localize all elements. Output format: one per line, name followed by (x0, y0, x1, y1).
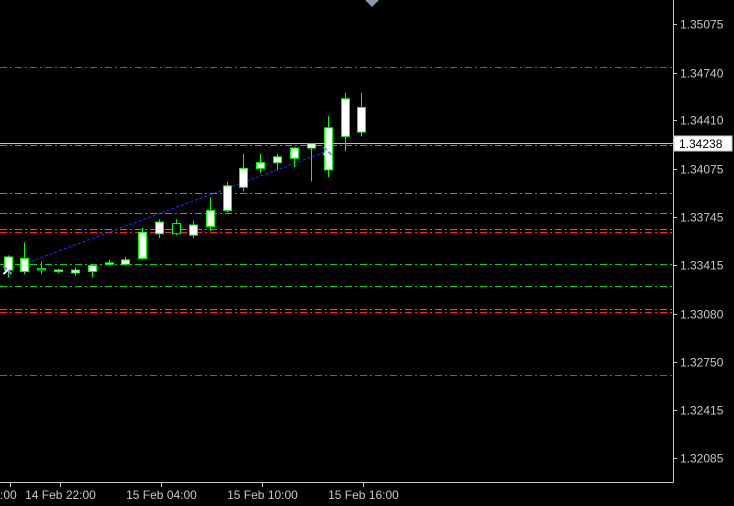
y-tick-label: 1.34740 (680, 67, 724, 81)
x-tick-label: 15 Feb 16:00 (328, 488, 399, 502)
candle (223, 181, 232, 212)
current-price-tag-label: 1.34238 (679, 137, 723, 151)
candle-body (206, 210, 215, 227)
candle-body (37, 268, 46, 271)
candle-body (273, 156, 282, 164)
y-tick-label: 1.32085 (680, 452, 724, 466)
candle-body (20, 257, 29, 272)
price-chart[interactable]: 1.35075 1.34740 1.34410 1.34075 1.33745 1.334… (0, 0, 734, 506)
x-tick-label: 14 Feb 22:00 (25, 488, 96, 502)
candle-body (155, 221, 164, 235)
chart-background (0, 0, 734, 506)
candle-body (88, 265, 97, 272)
candle-body (239, 167, 248, 188)
candle-body (54, 269, 63, 272)
y-tick-label: 1.32750 (680, 356, 724, 370)
candle-body (341, 98, 350, 137)
candle-body (138, 231, 147, 259)
candle-body (290, 147, 299, 159)
candle-body (121, 259, 130, 265)
x-tick-label: 15 Feb 04:00 (126, 488, 197, 502)
y-tick-label: 1.34075 (680, 163, 724, 177)
current-price-tag: 1.34238 (673, 135, 733, 152)
y-tick-label: 1.32415 (680, 404, 724, 418)
candle-body (307, 143, 316, 149)
candle-body (71, 269, 80, 274)
candle-body (105, 262, 114, 265)
y-tick-label: 1.33745 (680, 211, 724, 225)
y-tick-label: 1.33080 (680, 308, 724, 322)
candle (138, 227, 147, 260)
y-tick-label: 1.33415 (680, 259, 724, 273)
candle-body (223, 185, 232, 212)
candle-body (172, 223, 181, 235)
y-tick-label: 1.35075 (680, 18, 724, 32)
candle-body (357, 106, 366, 133)
x-tick-label: :00 (0, 488, 17, 502)
candle-body (189, 224, 198, 236)
y-tick-label: 1.34410 (680, 114, 724, 128)
candle-body (256, 162, 265, 169)
x-tick-label: 15 Feb 10:00 (227, 488, 298, 502)
